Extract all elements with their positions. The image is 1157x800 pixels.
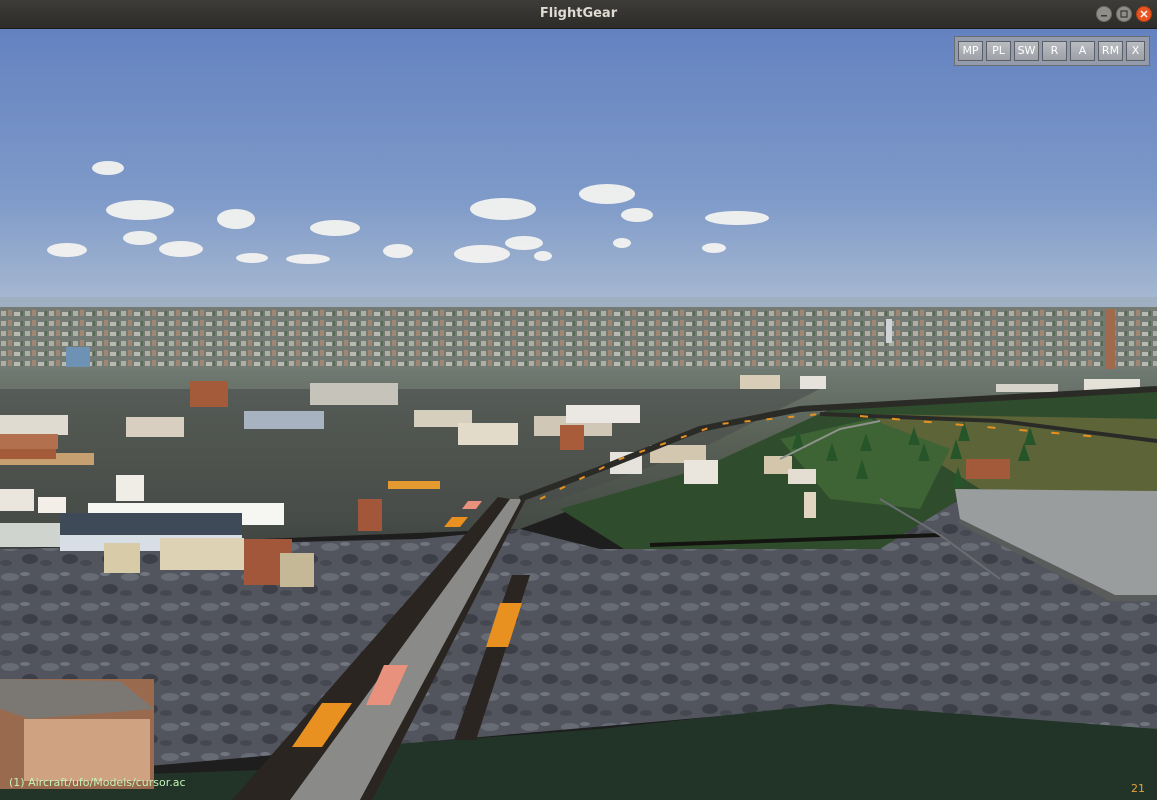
mp-button[interactable]: MP — [958, 41, 983, 61]
r-button[interactable]: R — [1042, 41, 1067, 61]
window-title: FlightGear — [539, 6, 618, 21]
rm-button[interactable]: RM — [1098, 41, 1123, 61]
maximize-button[interactable] — [1116, 6, 1132, 22]
minimize-icon — [1101, 15, 1107, 17]
close-button[interactable] — [1136, 6, 1152, 22]
maximize-icon — [1120, 10, 1128, 18]
sw-button[interactable]: SW — [1014, 41, 1039, 61]
3d-viewport[interactable]: MP PL SW R A RM X (1) Aircraft/ufo/Model… — [0, 29, 1157, 800]
close-icon — [1140, 10, 1148, 18]
title-bar[interactable]: FlightGear — [0, 0, 1157, 29]
frame-rate-counter: 21 — [1131, 782, 1145, 795]
a-button[interactable]: A — [1070, 41, 1095, 61]
x-button[interactable]: X — [1126, 41, 1145, 61]
minimize-button[interactable] — [1096, 6, 1112, 22]
flightgear-window: FlightGear MP PL SW R A RM X (1) Aircraf… — [0, 0, 1157, 800]
multiplayer-toolbar: MP PL SW R A RM X — [954, 36, 1150, 66]
pl-button[interactable]: PL — [986, 41, 1011, 61]
scenery-view — [0, 29, 1157, 800]
model-path-status: (1) Aircraft/ufo/Models/cursor.ac — [9, 776, 186, 789]
